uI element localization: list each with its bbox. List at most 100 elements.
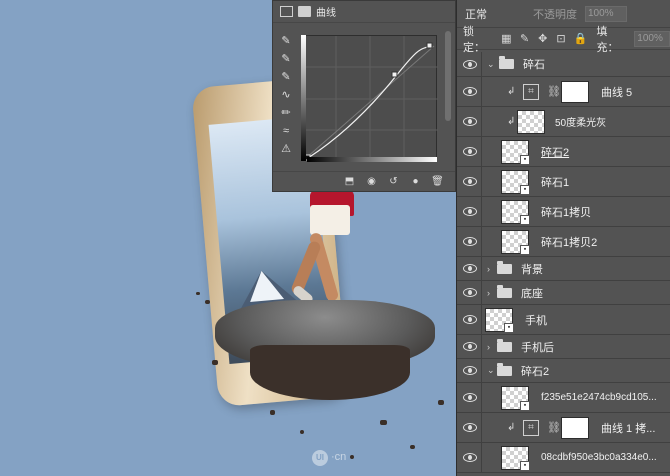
layer-thumbnail: ▪ xyxy=(501,199,530,225)
link-icon[interactable]: ⛓ xyxy=(547,421,561,434)
curves-panel-header: 曲线 xyxy=(273,1,455,23)
layer-name: 碎石1拷贝2 xyxy=(541,236,598,249)
layer-row[interactable]: › 手机后 xyxy=(457,335,670,359)
reset-icon[interactable]: ↺ xyxy=(386,176,401,188)
watermark-text: ·cn xyxy=(331,451,347,463)
layer-list: ⌄ 碎石 ↲ ⌗ ⛓ 曲线 5 ↲ 50度柔光灰 ▪ 碎石2 ▪ 碎石1 ▪ 碎… xyxy=(457,52,670,473)
layer-row[interactable]: ▪ 08cdbf950e3bc0a334e0... xyxy=(457,443,670,473)
rock-underside xyxy=(250,345,410,400)
eye-icon[interactable] xyxy=(463,342,477,351)
layer-row[interactable]: › 背景 xyxy=(457,257,670,281)
lock-transparent-icon[interactable]: ▦ xyxy=(501,33,512,45)
eye-icon[interactable] xyxy=(463,423,477,432)
chevron-right-icon[interactable]: › xyxy=(487,288,490,298)
eye-icon[interactable] xyxy=(463,453,477,462)
layer-thumbnail: ▪ xyxy=(501,229,530,255)
delete-icon[interactable]: 🗑 xyxy=(430,176,445,188)
link-icon[interactable]: ⛓ xyxy=(547,85,561,98)
eye-icon[interactable] xyxy=(463,264,477,273)
layer-name: 曲线 1 拷... xyxy=(601,422,656,435)
eyedropper-gray-icon[interactable]: ✎ xyxy=(279,53,293,65)
layers-lock-row: 锁定： ▦ ✎ ✥ ⊡ 🔒 填充： 100% xyxy=(457,26,670,54)
blend-mode-select[interactable]: 正常 xyxy=(465,6,525,22)
debris-particle xyxy=(212,360,218,365)
chevron-down-icon[interactable]: ⌄ xyxy=(487,365,495,376)
layer-thumbnail: ▪ xyxy=(501,169,530,195)
eyedropper-black-icon[interactable]: ✎ xyxy=(279,35,293,47)
eye-icon[interactable] xyxy=(463,87,477,96)
eye-icon[interactable] xyxy=(463,288,477,297)
eye-icon[interactable] xyxy=(463,117,477,126)
chevron-down-icon[interactable]: ⌄ xyxy=(487,59,495,70)
layer-row[interactable]: ▪ 手机 xyxy=(457,305,670,335)
eye-icon[interactable] xyxy=(463,207,477,216)
curves-scrollbar[interactable] xyxy=(445,31,451,121)
layer-name: 曲线 5 xyxy=(601,86,633,99)
eye-icon[interactable] xyxy=(463,393,477,402)
smart-object-icon: ▪ xyxy=(520,400,530,411)
layer-row[interactable]: ↲ 50度柔光灰 xyxy=(457,107,670,137)
eye-icon[interactable] xyxy=(463,366,477,375)
layer-row[interactable]: ↲ ⌗ ⛓ 曲线 1 拷... xyxy=(457,413,670,443)
layer-row[interactable]: ↲ ⌗ ⛓ 曲线 5 xyxy=(457,77,670,107)
layer-row[interactable]: ▪ f235e51e2474cb9cd105... xyxy=(457,383,670,413)
layer-name: 手机后 xyxy=(521,341,554,354)
smart-object-icon: ▪ xyxy=(520,154,530,165)
layer-name: 碎石 xyxy=(523,59,545,71)
folder-icon xyxy=(497,260,512,274)
mask-thumbnail xyxy=(561,80,589,103)
curve-edit-icon[interactable]: ∿ xyxy=(279,89,293,101)
eye-icon[interactable] xyxy=(463,59,477,69)
layer-name: 08cdbf950e3bc0a334e0... xyxy=(541,452,657,463)
debris-particle xyxy=(410,445,415,449)
lock-image-icon[interactable]: ✎ xyxy=(519,33,530,45)
lock-position-icon[interactable]: ✥ xyxy=(537,33,548,45)
layers-panel: 正常 不透明度 100% 锁定： ▦ ✎ ✥ ⊡ 🔒 填充： 100% ⌄ 碎石… xyxy=(456,0,670,476)
layer-thumbnail xyxy=(517,109,545,134)
eye-icon[interactable] xyxy=(463,237,477,246)
layer-row[interactable]: ▪ 碎石1 xyxy=(457,167,670,197)
fill-input[interactable]: 100% xyxy=(634,30,670,47)
curves-graph-svg xyxy=(302,36,438,162)
clip-arrow-icon: ↲ xyxy=(507,422,516,433)
visibility-icon[interactable]: ● xyxy=(408,176,423,188)
smart-object-icon: ▪ xyxy=(520,214,530,225)
curves-adjustment-icon: ⌗ xyxy=(523,419,539,436)
clip-to-layer-icon[interactable]: ⬒ xyxy=(342,176,357,188)
layer-name: 碎石2 xyxy=(521,365,550,378)
debris-particle xyxy=(196,292,200,295)
view-previous-icon[interactable]: ◉ xyxy=(364,176,379,188)
layer-row[interactable]: ▪ 碎石2 xyxy=(457,137,670,167)
pencil-icon[interactable]: ✏ xyxy=(279,107,293,119)
lock-artboard-icon[interactable]: ⊡ xyxy=(555,33,566,45)
layer-thumbnail: ▪ xyxy=(485,307,514,333)
lock-all-icon[interactable]: 🔒 xyxy=(574,33,588,45)
debris-particle xyxy=(270,410,275,415)
layer-name: 碎石1 xyxy=(541,176,570,189)
curves-output-gradient xyxy=(301,35,306,161)
debris-particle xyxy=(438,400,444,405)
clipping-warning-icon[interactable]: ⚠ xyxy=(279,143,293,155)
chevron-right-icon[interactable]: › xyxy=(487,264,490,274)
curves-graph[interactable] xyxy=(301,35,438,162)
layer-row[interactable]: ▪ 碎石1拷贝2 xyxy=(457,227,670,257)
layer-row[interactable]: › 底座 xyxy=(457,281,670,305)
layer-row[interactable]: ⌄ 碎石 xyxy=(457,52,670,77)
eye-icon[interactable] xyxy=(463,177,477,186)
folder-icon xyxy=(497,362,512,376)
debris-particle xyxy=(205,300,210,304)
eyedropper-white-icon[interactable]: ✎ xyxy=(279,71,293,83)
layer-row[interactable]: ▪ 碎石1拷贝 xyxy=(457,197,670,227)
smooth-icon[interactable]: ≈ xyxy=(279,125,293,137)
mask-icon[interactable] xyxy=(298,6,311,17)
opacity-input[interactable]: 100% xyxy=(585,5,627,22)
layer-name: 碎石2 xyxy=(541,146,570,159)
smart-object-icon: ▪ xyxy=(520,460,530,471)
layer-name: 底座 xyxy=(521,287,543,300)
layer-row[interactable]: ⌄ 碎石2 xyxy=(457,359,670,383)
curves-adjustment-icon[interactable] xyxy=(280,6,293,17)
eye-icon[interactable] xyxy=(463,147,477,156)
chevron-right-icon[interactable]: › xyxy=(487,342,490,352)
layer-name: 碎石1拷贝 xyxy=(541,206,592,219)
eye-icon[interactable] xyxy=(463,315,477,324)
